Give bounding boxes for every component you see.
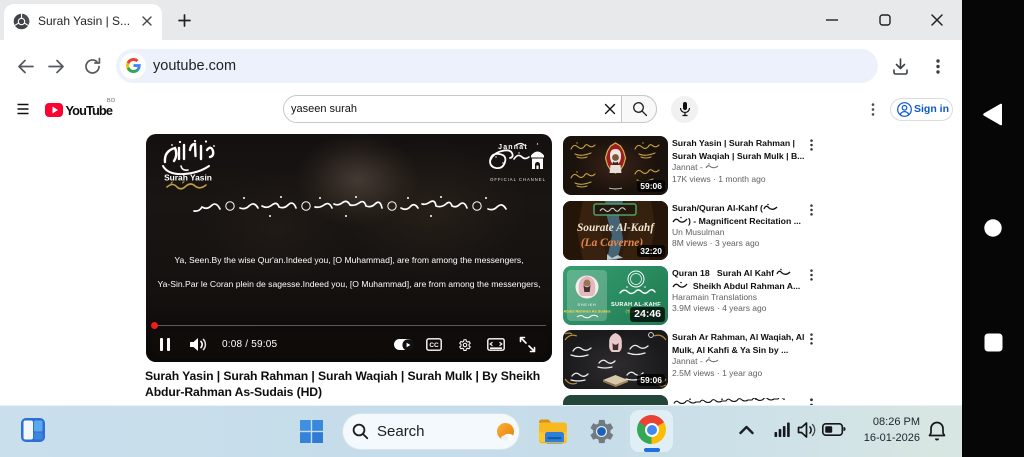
svg-text:CC: CC (429, 342, 439, 349)
svg-text:Abdul Rahman As Sudais: Abdul Rahman As Sudais (563, 308, 610, 313)
svg-text:(La Caverne): (La Caverne) (581, 237, 644, 249)
svg-text:SHEIKH: SHEIKH (578, 303, 597, 307)
svg-text:OFFICIAL CHANNEL: OFFICIAL CHANNEL (490, 177, 546, 182)
svg-text:Surah Yasin: Surah Yasin (164, 173, 212, 183)
svg-text:Sourate Al-Kahf: Sourate Al-Kahf (577, 222, 655, 234)
